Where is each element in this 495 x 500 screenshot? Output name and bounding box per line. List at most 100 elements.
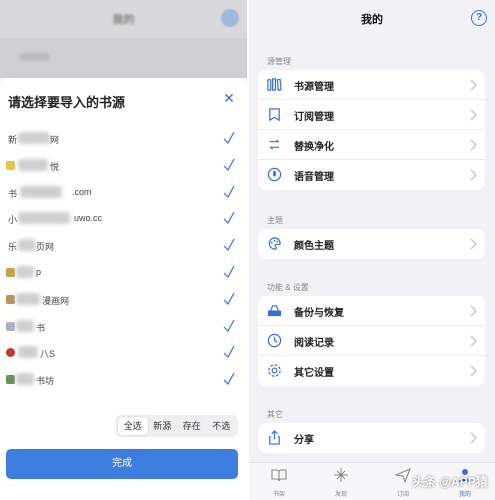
menu-item-color-theme[interactable]: 颜色主题 <box>258 229 485 259</box>
source-name-prefix: 新 <box>8 135 18 145</box>
redacted-mask <box>18 346 38 359</box>
menu-item-share[interactable]: 分享 <box>258 423 485 453</box>
tab-label: 书架 <box>272 492 285 498</box>
menu-item-label: 替换净化 <box>294 142 334 153</box>
checkmark-icon <box>223 185 235 198</box>
source-list: 新 网 悦 书 .com 小 uwo.cc 乐 页网 p 漫画网 书 八S 书坊 <box>0 126 247 394</box>
checkmark-icon <box>223 265 235 278</box>
redacted-mask <box>16 319 34 332</box>
chevron-right-icon <box>470 365 477 377</box>
menu-item-other-settings[interactable]: 其它设置 <box>258 356 485 386</box>
redacted-mask <box>18 132 50 144</box>
segment-select-none[interactable]: 不选 <box>207 417 237 435</box>
segment-existing[interactable]: 存在 <box>177 417 207 435</box>
chevron-right-icon <box>470 169 477 181</box>
checkmark-icon <box>223 131 235 144</box>
menu-item-label: 其它设置 <box>294 368 334 379</box>
checkmark-icon <box>223 292 235 305</box>
help-icon-blurred[interactable] <box>221 9 239 27</box>
source-logo-icon <box>6 348 15 358</box>
source-row[interactable]: 书 <box>0 314 247 341</box>
redacted-mask <box>18 212 70 225</box>
section-title: 功能 & 设置 <box>267 283 309 292</box>
source-row[interactable]: 悦 <box>0 153 247 180</box>
source-row[interactable]: p <box>0 260 247 287</box>
dimmed-row-label <box>20 53 50 61</box>
section-title: 主题 <box>267 216 283 225</box>
dimmed-backdrop[interactable] <box>0 38 247 78</box>
source-row[interactable]: 书 .com <box>0 180 247 207</box>
page-title: 我的 <box>361 14 383 26</box>
right-pane: 我的 ? 源管理 书源管理 订阅管理 替换净化 语音管理 主题 颜色主题 功能 … <box>249 0 495 500</box>
source-row[interactable]: 书坊 <box>0 367 247 394</box>
bookshelf-tab-icon <box>271 469 287 482</box>
tab-label: 发现 <box>334 492 347 498</box>
checkmark-icon <box>223 372 235 386</box>
checkmark-icon <box>223 212 235 225</box>
source-row[interactable]: 新 网 <box>0 126 247 153</box>
redacted-mask <box>16 265 34 278</box>
source-logo-icon <box>6 294 15 304</box>
done-button[interactable]: 完成 <box>6 449 238 479</box>
settings-group: 备份与恢复 阅读记录 其它设置 <box>258 296 485 386</box>
checkmark-icon <box>223 346 235 359</box>
tab-discover[interactable]: 发现 <box>321 467 361 498</box>
redacted-mask <box>18 158 48 171</box>
chevron-right-icon <box>470 305 477 317</box>
menu-item-label: 语音管理 <box>294 172 334 183</box>
help-icon[interactable]: ? <box>471 10 487 26</box>
chevron-right-icon <box>470 238 477 250</box>
left-header-title: 我的 <box>112 14 135 26</box>
source-row[interactable]: 小 uwo.cc <box>0 206 247 233</box>
source-name-suffix: 悦 <box>50 161 60 172</box>
redacted-mask <box>20 185 62 198</box>
tab-bookshelf[interactable]: 书架 <box>259 467 299 498</box>
menu-item-label: 颜色主题 <box>294 241 334 252</box>
checkmark-icon <box>223 319 235 332</box>
segment-new-sources[interactable]: 新源 <box>148 417 178 435</box>
chevron-right-icon <box>470 432 477 444</box>
voice-icon <box>267 167 282 182</box>
source-logo-icon <box>6 375 15 385</box>
menu-item-reading-history[interactable]: 阅读记录 <box>258 326 485 356</box>
close-icon[interactable]: ✕ <box>221 90 237 106</box>
menu-item-subscriptions[interactable]: 订阅管理 <box>258 100 485 130</box>
settings-group: 分享 <box>258 423 485 453</box>
source-name-suffix: p <box>36 266 42 277</box>
source-row[interactable]: 八S <box>0 340 247 367</box>
discover-tab-icon <box>334 468 348 482</box>
menu-item-replace[interactable]: 替换净化 <box>258 130 485 160</box>
right-header: 我的 ? <box>249 0 495 38</box>
chevron-right-icon <box>470 139 477 151</box>
share-icon <box>269 430 280 445</box>
import-source-sheet: 请选择要导入的书源 ✕ 新 网 悦 书 .com 小 uwo.cc 乐 页网 p… <box>0 78 247 500</box>
menu-item-voice[interactable]: 语音管理 <box>258 160 485 190</box>
chevron-right-icon <box>470 79 477 91</box>
source-name-suffix: 八S <box>40 349 56 360</box>
source-row[interactable]: 乐 页网 <box>0 233 247 260</box>
source-logo-icon <box>6 321 15 331</box>
replace-icon <box>269 139 280 150</box>
menu-item-backup[interactable]: 备份与恢复 <box>258 296 485 326</box>
segment-select-all[interactable]: 全选 <box>118 417 148 435</box>
source-logo-icon <box>6 160 15 170</box>
chevron-right-icon <box>470 335 477 347</box>
selection-segmented-control: 全选 新源 存在 不选 <box>116 415 238 437</box>
redacted-mask <box>16 292 40 305</box>
source-name-suffix: 书 <box>36 322 46 333</box>
sheet-title: 请选择要导入的书源 <box>8 95 126 110</box>
section-title: 其它 <box>267 410 283 419</box>
source-name-prefix: 乐 <box>8 242 18 253</box>
source-name-suffix: 网 <box>50 135 60 145</box>
source-row[interactable]: 漫画网 <box>0 287 247 314</box>
settings-icon <box>268 364 281 377</box>
rss-tab-icon <box>393 467 411 484</box>
chevron-right-icon <box>470 109 477 121</box>
settings-group: 颜色主题 <box>258 229 485 259</box>
left-pane: 我的 请选择要导入的书源 ✕ 新 网 悦 书 .com 小 uwo.cc 乐 页… <box>0 0 247 500</box>
redacted-mask <box>18 239 36 252</box>
source-name-prefix: 小 <box>8 215 18 226</box>
watermark: 头条 @APP猿 <box>412 475 488 489</box>
menu-item-book-sources[interactable]: 书源管理 <box>258 70 485 100</box>
section-title: 源管理 <box>267 57 291 66</box>
